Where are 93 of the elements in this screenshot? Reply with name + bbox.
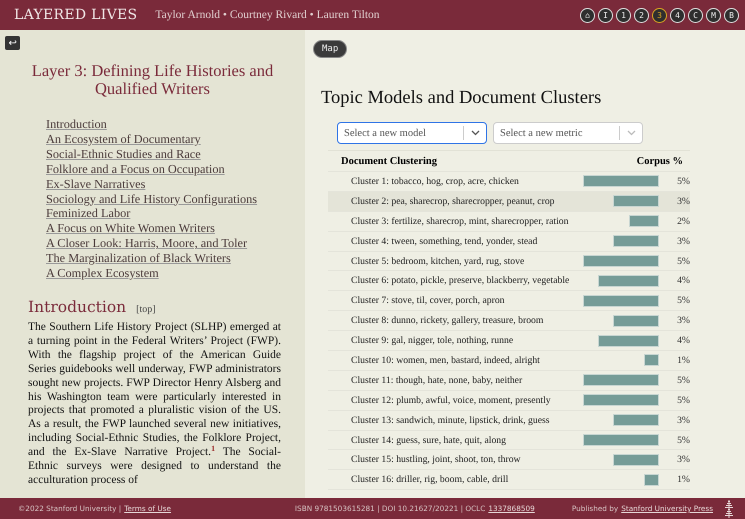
cluster-label: Cluster 8: dunno, rickety, gallery, treasure, broom (350, 315, 544, 326)
cluster-label: Cluster 13: sandwich, minute, lipstick, drink, guess (350, 414, 551, 426)
toc-link[interactable]: Introduction (46, 117, 305, 132)
select-field[interactable]: Select a new model (337, 122, 487, 144)
corpus-percent: 3% (676, 236, 690, 247)
select-field[interactable]: Select a new metric (493, 122, 643, 144)
chapter-nav-button[interactable]: 1 (616, 8, 631, 22)
map-button[interactable]: Map (313, 40, 348, 58)
press-logo-icon (723, 500, 735, 518)
cluster-label: Cluster 2: pea, sharecrop, sharecropper, peanut, crop (350, 196, 556, 207)
cluster-label: Cluster 12: plumb, awful, voice, moment, presently (350, 394, 552, 406)
corpus-percent: 5% (676, 434, 690, 446)
layer-title: Layer 3: Defining Life Histories and Qualified Writers (30, 62, 274, 98)
cluster-row[interactable]: Cluster 2: pea, sharecrop, sharecropper, peanut, crop 3% (328, 192, 690, 212)
cluster-row[interactable]: Cluster 8: dunno, rickety, gallery, treasure, broom 3% (328, 311, 690, 332)
chapter-nav-button[interactable]: 2 (634, 8, 649, 22)
toc-link[interactable]: Sociology and Life History Configurations (46, 192, 305, 206)
cluster-row[interactable]: Cluster 13: sandwich, minute, lipstick, drink, guess 3% (328, 410, 690, 431)
toc-link[interactable]: A Complex Ecosystem (46, 266, 305, 281)
toc-link[interactable]: A Focus on White Women Writers (46, 221, 305, 236)
cluster-label: Cluster 9: gal, nigger, tole, nothing, runne (350, 335, 514, 346)
corpus-bar (644, 474, 659, 486)
corpus-percent: 3% (676, 196, 690, 207)
corpus-percent: 5% (676, 295, 690, 306)
cluster-row[interactable]: Cluster 6: potato, pickle, preserve, blackberry, vegetable 4% (328, 271, 690, 292)
cluster-row[interactable]: Cluster 12: plumb, awful, voice, moment, presently 5% (328, 390, 690, 411)
corpus-percent: 4% (676, 275, 690, 286)
corpus-percent: 5% (676, 374, 690, 386)
corpus-percent: 3% (676, 315, 690, 326)
corpus-bar (628, 215, 659, 228)
cluster-label: Cluster 11: though, hate, none, baby, neither (350, 374, 524, 386)
corpus-percent: 5% (676, 256, 690, 266)
corpus-percent: 1% (676, 354, 690, 366)
body-paragraph: The Southern Life History Project (SLHP) emerged at a turning point in the Federal Writers’ Project (FWP). With the flagship project of the American Guide Series guidebooks well underway, FWP administrators sought new projects. FWP Director Henry Alsberg and his Washington team were particularly interested in projects that promoted a pluralistic vision of the US. As a result, the FWP launched several new initiatives, including Social-Ethnic Studies, the Folklore Project, and the Ex-Slave Narrative Project.$^{1}$ The Social-Ethnic surveys were designed to understand the acculturation process of (28, 320, 281, 488)
back-button[interactable]: ↩ (5, 36, 20, 50)
top-link[interactable]: [top] (136, 304, 156, 315)
column-header: Corpus % (636, 156, 684, 166)
chapter-nav-button[interactable]: M (706, 8, 721, 22)
cluster-row[interactable]: Cluster 9: gal, nigger, tole, nothing, runne 4% (328, 331, 690, 352)
cluster-row[interactable]: Cluster 14: guess, sure, hate, quit, along 5% (328, 430, 690, 450)
toc-link[interactable]: Ex-Slave Narratives (46, 176, 305, 192)
cluster-label: Cluster 14: guess, sure, hate, quit, along (350, 434, 507, 446)
corpus-percent: 2% (676, 216, 690, 227)
cluster-label: Cluster 4: tween, something, tend, yonder, stead (350, 236, 538, 247)
chevron-down-icon (470, 130, 480, 136)
cluster-label: Cluster 16: driller, rig, boom, cable, drill (350, 474, 510, 486)
corpus-bar (644, 354, 659, 366)
cluster-label: Cluster 10: women, men, bastard, indeed, alright (350, 354, 541, 366)
cluster-row[interactable]: Cluster 4: tween, something, tend, yonder, stead 3% (328, 232, 690, 252)
corpus-bar (613, 195, 659, 208)
corpus-percent: 5% (676, 176, 690, 187)
chapter-nav-button[interactable]: I (598, 8, 613, 22)
cluster-label: Cluster 3: fertilize, sharecrop, mint, sharecropper, ration (350, 216, 570, 227)
toc-link[interactable]: A Closer Look: Harris, Moore, and Toler (46, 236, 305, 252)
cluster-row[interactable]: Cluster 16: driller, rig, boom, cable, drill 1% (328, 470, 690, 490)
chapter-nav-button[interactable]: ⌂ (580, 8, 595, 22)
toc-link[interactable]: Folklore and a Focus on Occupation (46, 162, 305, 177)
corpus-bar (613, 414, 659, 426)
cluster-label: Cluster 5: bedroom, kitchen, yard, rug, stove (350, 256, 526, 266)
toc-link[interactable]: An Ecosystem of Documentary (46, 132, 305, 147)
cluster-row[interactable]: Cluster 11: though, hate, none, baby, neither 5% (328, 370, 690, 391)
corpus-percent: 4% (676, 335, 690, 346)
toc-link[interactable]: The Marginalization of Black Writers (46, 251, 305, 266)
cluster-label: Cluster 7: stove, til, cover, porch, apron (350, 295, 506, 306)
chevron-down-icon (626, 130, 636, 136)
cluster-row[interactable]: Cluster 15: hustling, joint, shoot, ton, throw 3% (328, 450, 690, 470)
corpus-percent: 3% (676, 414, 690, 426)
corpus-percent: 5% (676, 394, 690, 406)
site-title: LAYERED LIVES (14, 7, 138, 23)
cluster-row[interactable]: Cluster 10: women, men, bastard, indeed, alright 1% (328, 351, 690, 371)
authors-line: Taylor Arnold • Courtney Rivard • Lauren Tilton (155, 9, 381, 21)
corpus-bar (598, 334, 659, 347)
corpus-bar (613, 314, 659, 327)
chapter-nav-button[interactable]: C (688, 8, 703, 22)
cluster-label: Cluster 15: hustling, joint, shoot, ton, throw (350, 454, 522, 466)
corpus-percent: 3% (676, 454, 690, 466)
cluster-label: Cluster 6: potato, pickle, preserve, blackberry, vegetable (350, 275, 570, 286)
chapter-nav-button[interactable]: 3 (652, 8, 667, 22)
cluster-row[interactable]: Cluster 5: bedroom, kitchen, yard, rug, stove 5% (328, 252, 690, 272)
cluster-row[interactable]: Cluster 7: stove, til, cover, porch, apron 5% (328, 291, 690, 312)
corpus-bar (613, 235, 659, 248)
chapter-nav-button[interactable]: B (724, 8, 739, 22)
cluster-label: Cluster 1: tobacco, hog, crop, acre, chicken (350, 176, 520, 187)
corpus-bar (613, 454, 659, 466)
chart-title: Topic Models and Document Clusters (321, 88, 602, 109)
cluster-row[interactable]: Cluster 3: fertilize, sharecrop, mint, sharecropper, ration 2% (328, 212, 690, 232)
corpus-bar (598, 274, 659, 287)
toc-link[interactable]: Feminized Labor (46, 206, 305, 222)
toc-link[interactable]: Social-Ethnic Studies and Race (46, 146, 305, 162)
corpus-percent: 1% (676, 474, 690, 486)
chapter-nav-button[interactable]: 4 (670, 8, 685, 22)
section-heading: Introduction (28, 298, 126, 316)
column-header: Document Clustering (340, 156, 438, 166)
